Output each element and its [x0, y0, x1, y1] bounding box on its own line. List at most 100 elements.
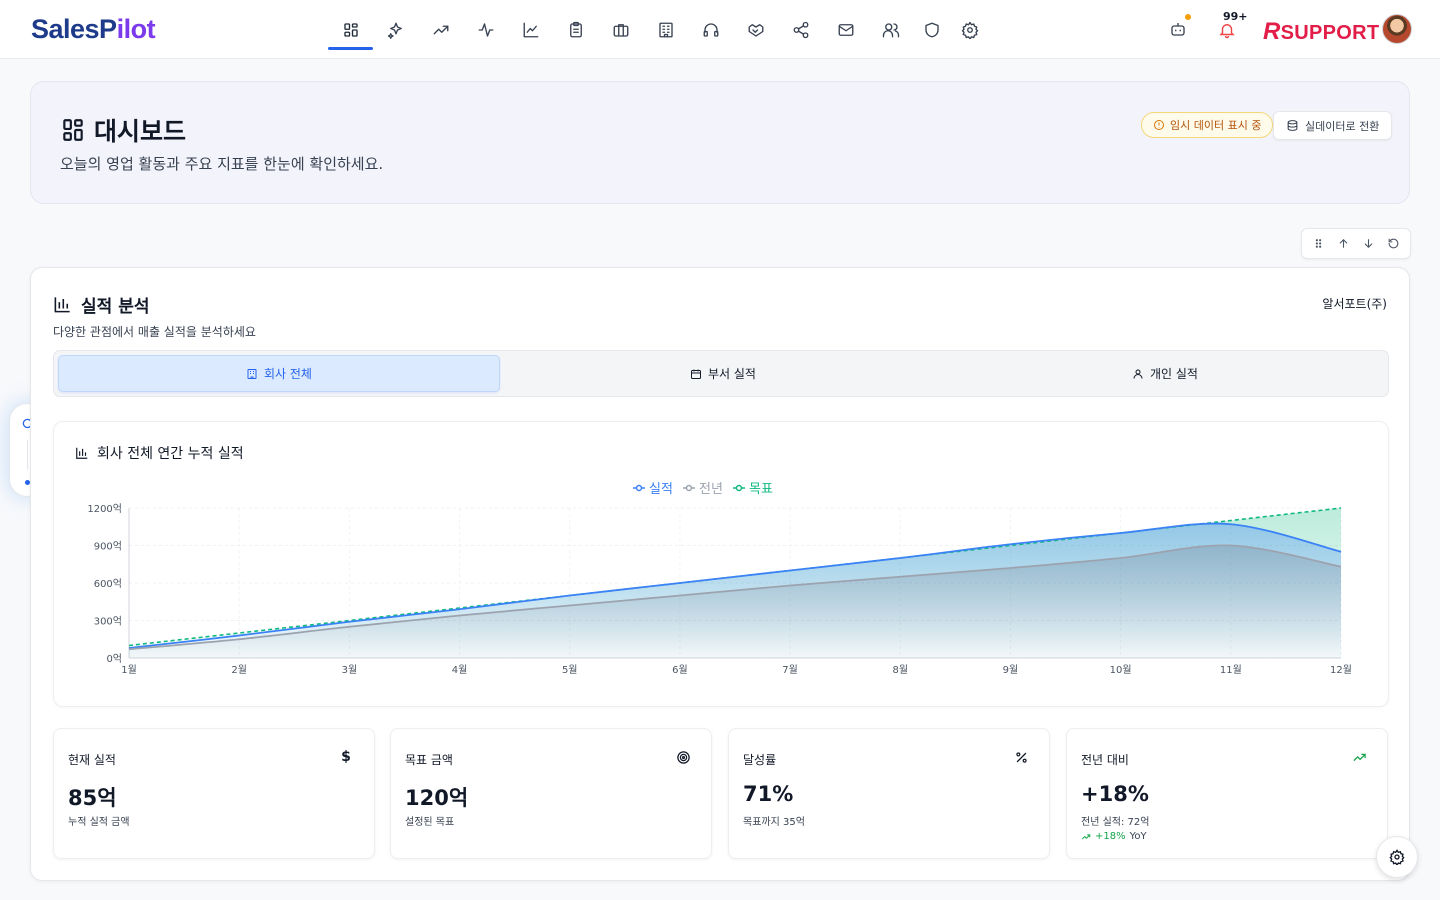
kpi-year-over-year: 전년 대비 +18% 전년 실적: 72억 +18% YoY — [1066, 728, 1388, 859]
salespilot-logo[interactable]: SalesPilot — [31, 14, 156, 45]
side-divider — [27, 440, 28, 470]
nav-deals[interactable] — [598, 12, 643, 48]
user-avatar[interactable] — [1382, 14, 1412, 44]
target-icon — [675, 749, 691, 765]
arrow-up-icon — [1339, 239, 1348, 248]
analysis-tabs: 회사 전체 부서 실적 개인 실적 — [53, 350, 1389, 397]
nav-partners[interactable] — [733, 12, 778, 48]
legend-marker — [635, 484, 643, 492]
line-chart-icon — [523, 22, 538, 38]
legend-label: 전년 — [699, 482, 723, 497]
legend-marker — [685, 484, 693, 492]
bar-chart-icon — [54, 297, 70, 313]
shield-icon — [925, 22, 939, 38]
x-tick-label: 11월 — [1220, 664, 1242, 676]
logo-text-part1: SalesP — [31, 14, 117, 44]
dashboard-header-card: 대시보드 오늘의 영업 활동과 주요 지표를 한눈에 확인하세요. 임시 데이터… — [30, 81, 1410, 204]
legend-label: 실적 — [649, 482, 673, 497]
switch-button-label: 실데이터로 전환 — [1305, 119, 1380, 133]
kpi-label: 전년 대비 — [1081, 753, 1129, 767]
trending-up-icon — [1351, 749, 1367, 765]
dashboard-icon — [63, 119, 83, 141]
nav-settings[interactable] — [951, 12, 989, 48]
nav-tasks[interactable] — [553, 12, 598, 48]
page-title: 대시보드 — [60, 112, 186, 148]
calendar-icon — [691, 369, 701, 379]
nav-companies[interactable] — [643, 12, 688, 48]
annual-cumulative-chart-card: 회사 전체 연간 누적 실적 0억 300억 600억 900억 1200억 1월 2월 3월… — [53, 421, 1389, 707]
headphones-icon — [703, 23, 718, 37]
kpi-label: 목표 금액 — [405, 753, 453, 767]
arrow-down-icon — [1364, 239, 1373, 248]
demo-badge-text: 임시 데이터 표시 중 — [1170, 119, 1262, 132]
section-title: 실적 분석 — [53, 292, 149, 317]
demo-data-badge: 임시 데이터 표시 중 — [1141, 112, 1274, 138]
sparkles-icon — [387, 22, 402, 39]
x-tick-label: 7월 — [782, 664, 798, 676]
x-tick-label: 9월 — [1003, 664, 1019, 676]
handshake-icon — [748, 24, 763, 37]
section-subtitle: 다양한 관점에서 매출 실적을 분석하세요 — [53, 325, 256, 339]
x-tick-label: 3월 — [342, 664, 358, 676]
mail-icon — [838, 24, 853, 36]
switch-to-real-data-button[interactable]: 실데이터로 전환 — [1273, 111, 1393, 140]
notification-count: 99+ — [1223, 10, 1248, 23]
kpi-value: +18% — [1081, 782, 1149, 806]
nav-analytics[interactable] — [508, 12, 553, 48]
building-icon — [247, 368, 257, 379]
tab-label: 부서 실적 — [708, 367, 756, 381]
x-tick-label: 2월 — [231, 664, 247, 676]
nav-dashboard[interactable] — [328, 12, 373, 50]
reset-button[interactable] — [1385, 235, 1403, 253]
move-down-button[interactable] — [1360, 235, 1378, 253]
nav-ai[interactable] — [373, 12, 418, 48]
nav-mail[interactable] — [823, 12, 868, 48]
nav-trends[interactable] — [418, 12, 463, 48]
kpi-label: 현재 실적 — [68, 753, 116, 767]
tab-individual[interactable]: 개인 실적 — [944, 355, 1386, 392]
kpi-subtext: 전년 실적: 72억 — [1081, 817, 1150, 828]
yoy-indicator: +18% YoY — [1081, 831, 1147, 842]
performance-analysis-card: 실적 분석 다양한 관점에서 매출 실적을 분석하세요 알서포트(주) 회사 전… — [30, 267, 1410, 881]
y-tick-label: 600억 — [94, 578, 122, 590]
page-title-text: 대시보드 — [94, 117, 187, 146]
move-up-button[interactable] — [1335, 235, 1353, 253]
floating-settings-button[interactable] — [1376, 836, 1418, 878]
kpi-label: 달성률 — [743, 753, 777, 767]
nav-security[interactable] — [913, 12, 951, 48]
x-tick-label: 5월 — [562, 664, 578, 676]
percent-icon — [1013, 749, 1029, 765]
settings-icon — [961, 21, 979, 39]
nav-share[interactable] — [778, 12, 823, 48]
yoy-value: +18% — [1095, 831, 1126, 842]
x-tick-label: 6월 — [672, 664, 688, 676]
kpi-target-amount: 목표 금액 120억 설정된 목표 — [390, 728, 712, 859]
y-tick-label: 0억 — [106, 653, 122, 665]
main-nav-icons — [328, 12, 989, 50]
rotate-icon — [1388, 238, 1399, 249]
nav-activity[interactable] — [463, 12, 508, 48]
drag-handle[interactable] — [1310, 235, 1328, 253]
notifications-button[interactable]: 99+ — [1214, 10, 1248, 44]
top-navigation-bar: SalesPilot 99+ RSUPPORT — [0, 0, 1440, 59]
nav-support[interactable] — [688, 12, 733, 48]
share-icon — [793, 21, 808, 39]
tab-company-total[interactable]: 회사 전체 — [58, 355, 500, 392]
clipboard-icon — [569, 21, 582, 38]
tab-department[interactable]: 부서 실적 — [502, 355, 944, 392]
x-tick-label: 12월 — [1330, 664, 1352, 676]
kpi-subtext: 누적 실적 금액 — [68, 817, 130, 828]
nav-users[interactable] — [868, 12, 913, 48]
settings-icon — [1389, 849, 1405, 865]
ai-assistant-button[interactable] — [1165, 14, 1191, 42]
legend-label: 목표 — [749, 482, 773, 497]
users-icon — [882, 23, 899, 38]
grip-icon — [1315, 239, 1322, 248]
sparkle-dot — [1185, 14, 1191, 20]
dashboard-icon — [343, 23, 358, 37]
x-tick-label: 10월 — [1110, 664, 1132, 676]
x-tick-label: 4월 — [452, 664, 468, 676]
section-title-text: 실적 분석 — [81, 297, 150, 317]
alert-circle-icon — [1154, 120, 1164, 130]
tab-label: 회사 전체 — [264, 367, 312, 381]
